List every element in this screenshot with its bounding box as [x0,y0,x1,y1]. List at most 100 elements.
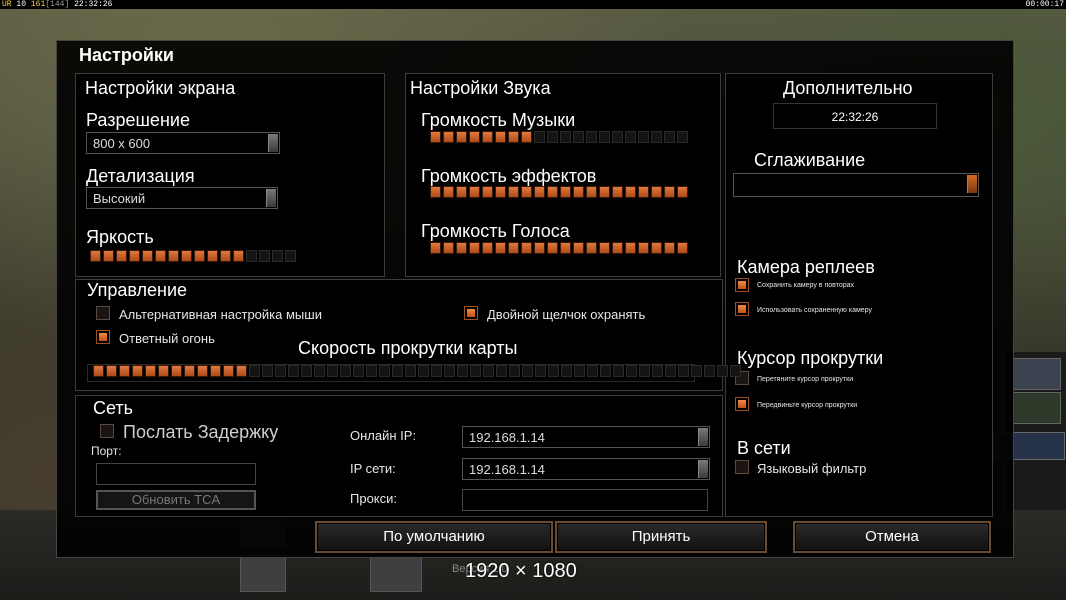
slider-segment[interactable] [508,186,519,198]
slider-segment[interactable] [482,242,493,254]
slider-segment[interactable] [327,365,338,377]
slider-segment[interactable] [405,365,416,377]
slider-segment[interactable] [534,242,545,254]
slider-segment[interactable] [561,365,572,377]
slider-segment[interactable] [508,242,519,254]
lang-filter-checkbox[interactable] [735,460,749,474]
slider-segment[interactable] [651,242,662,254]
slider-segment[interactable] [626,365,637,377]
slider-segment[interactable] [469,242,480,254]
antialias-select[interactable] [733,173,979,197]
slider-segment[interactable] [573,242,584,254]
cancel-button[interactable]: Отмена [793,521,991,553]
slider-segment[interactable] [587,365,598,377]
slider-segment[interactable] [246,250,257,262]
slider-segment[interactable] [431,365,442,377]
slider-segment[interactable] [691,365,702,377]
slider-segment[interactable] [599,131,610,143]
slider-segment[interactable] [430,131,441,143]
slider-segment[interactable] [142,250,153,262]
slider-segment[interactable] [129,250,140,262]
slider-segment[interactable] [456,131,467,143]
slider-segment[interactable] [495,242,506,254]
slider-segment[interactable] [730,365,741,377]
slider-segment[interactable] [717,365,728,377]
slider-segment[interactable] [664,242,675,254]
slider-segment[interactable] [547,242,558,254]
send-delay-checkbox[interactable] [100,424,114,438]
slider-segment[interactable] [560,242,571,254]
slider-segment[interactable] [678,365,689,377]
slider-segment[interactable] [470,365,481,377]
chevron-down-icon[interactable] [266,189,276,207]
effects-volume-slider[interactable] [430,186,688,200]
slider-segment[interactable] [625,186,636,198]
slider-segment[interactable] [482,131,493,143]
slider-segment[interactable] [379,365,390,377]
slider-segment[interactable] [704,365,715,377]
slider-segment[interactable] [613,365,624,377]
slider-segment[interactable] [236,365,247,377]
slider-segment[interactable] [638,186,649,198]
update-tca-button[interactable]: Обновить TCA [96,490,256,510]
detail-select[interactable]: Высокий [86,187,278,209]
slider-segment[interactable] [456,242,467,254]
slider-segment[interactable] [184,365,195,377]
slider-segment[interactable] [155,250,166,262]
slider-segment[interactable] [612,131,623,143]
slider-segment[interactable] [443,186,454,198]
unit-thumbnail-jet[interactable] [1013,358,1061,390]
slider-segment[interactable] [223,365,234,377]
slider-segment[interactable] [638,242,649,254]
slider-segment[interactable] [119,365,130,377]
slider-segment[interactable] [469,186,480,198]
slider-segment[interactable] [599,186,610,198]
slider-segment[interactable] [677,242,688,254]
slider-segment[interactable] [495,186,506,198]
slider-segment[interactable] [285,250,296,262]
slider-segment[interactable] [508,131,519,143]
slider-segment[interactable] [651,131,662,143]
chevron-down-icon[interactable] [698,460,708,478]
slider-segment[interactable] [574,365,585,377]
slider-segment[interactable] [612,186,623,198]
slider-segment[interactable] [249,365,260,377]
slider-segment[interactable] [573,131,584,143]
slider-segment[interactable] [560,131,571,143]
slider-segment[interactable] [103,250,114,262]
chevron-down-icon[interactable] [698,428,708,446]
slider-segment[interactable] [677,131,688,143]
slider-segment[interactable] [469,131,480,143]
replay-save-camera-checkbox[interactable] [735,278,749,292]
slider-segment[interactable] [288,365,299,377]
slider-segment[interactable] [145,365,156,377]
slider-segment[interactable] [586,131,597,143]
double-click-checkbox[interactable] [464,306,478,320]
slider-segment[interactable] [158,365,169,377]
slider-segment[interactable] [521,242,532,254]
slider-segment[interactable] [210,365,221,377]
slider-segment[interactable] [197,365,208,377]
unit-slot[interactable] [370,556,422,592]
scroll-move-checkbox[interactable] [735,397,749,411]
slider-segment[interactable] [573,186,584,198]
slider-segment[interactable] [444,365,455,377]
slider-segment[interactable] [600,365,611,377]
voice-volume-slider[interactable] [430,242,688,256]
chevron-down-icon[interactable] [268,134,278,152]
slider-segment[interactable] [664,131,675,143]
slider-segment[interactable] [509,365,520,377]
slider-segment[interactable] [482,186,493,198]
slider-segment[interactable] [116,250,127,262]
slider-segment[interactable] [171,365,182,377]
slider-segment[interactable] [535,365,546,377]
slider-segment[interactable] [418,365,429,377]
slider-segment[interactable] [665,365,676,377]
slider-segment[interactable] [586,186,597,198]
slider-segment[interactable] [496,365,507,377]
brightness-slider[interactable] [90,250,296,264]
slider-segment[interactable] [106,365,117,377]
port-input[interactable] [96,463,256,485]
proxy-input[interactable] [462,489,708,511]
slider-segment[interactable] [638,131,649,143]
